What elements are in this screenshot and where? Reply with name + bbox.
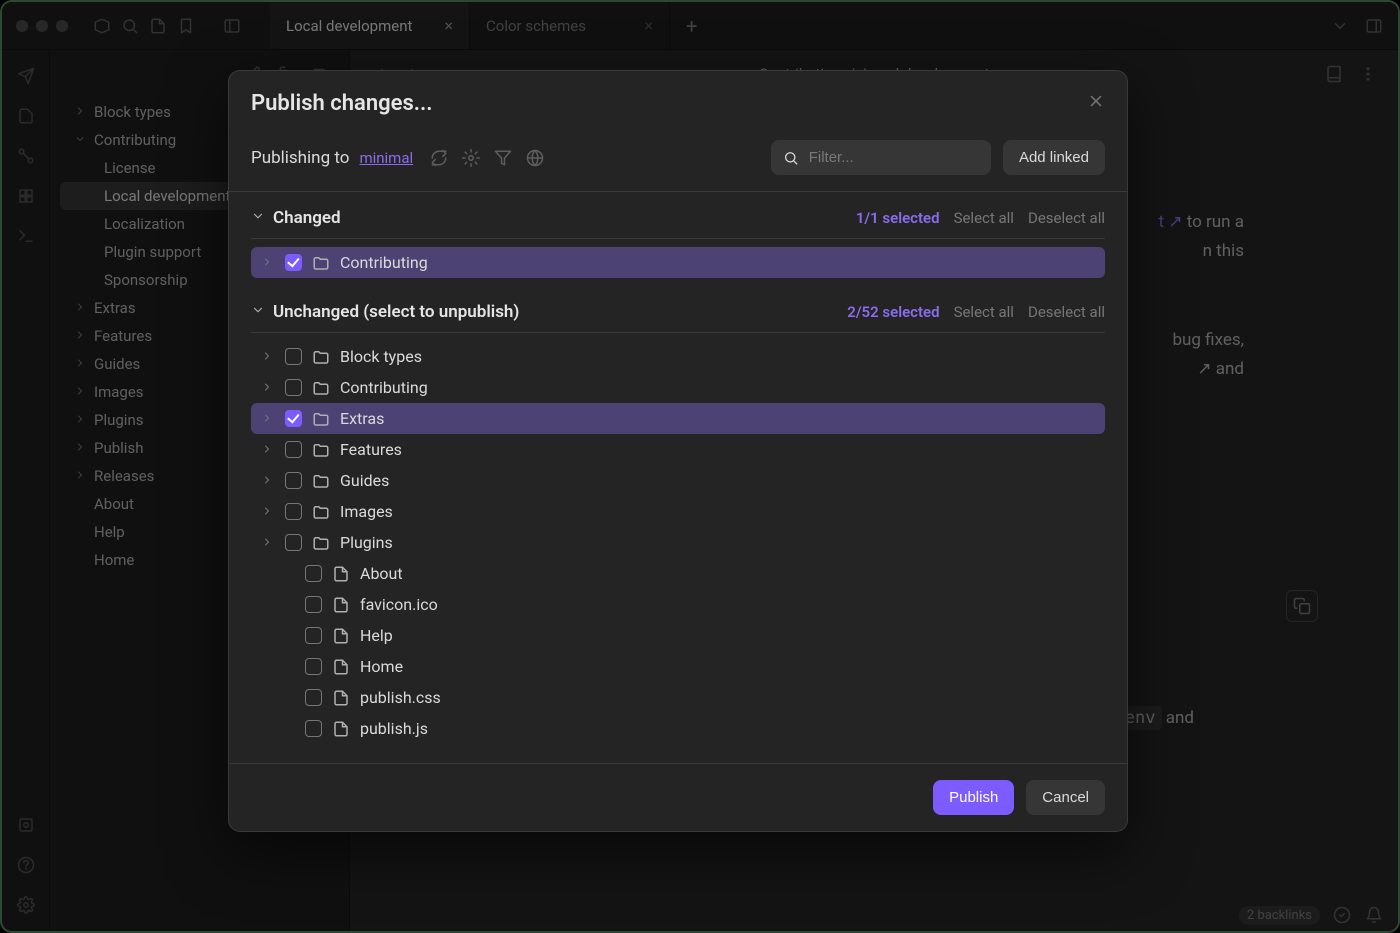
checkbox[interactable]: [285, 348, 302, 365]
file-row[interactable]: Help: [251, 620, 1105, 651]
checkbox[interactable]: [285, 379, 302, 396]
deselect-all-link[interactable]: Deselect all: [1028, 209, 1105, 227]
folder-icon: [312, 410, 330, 428]
file-row[interactable]: Contributing: [251, 372, 1105, 403]
cancel-button[interactable]: Cancel: [1026, 780, 1105, 815]
file-icon: [332, 658, 350, 676]
publish-target-link[interactable]: minimal: [359, 149, 413, 167]
publishing-to-label: Publishing to: [251, 148, 349, 168]
chevron-down-icon: [251, 209, 265, 227]
publish-changes-modal: Publish changes... Publishing to minimal…: [228, 70, 1128, 832]
modal-title: Publish changes...: [251, 91, 433, 116]
file-row[interactable]: Plugins: [251, 527, 1105, 558]
file-row[interactable]: Guides: [251, 465, 1105, 496]
unchanged-file-list: Block types Contributing Extras Features Gui…: [251, 333, 1105, 752]
file-row[interactable]: Home: [251, 651, 1105, 682]
app-window: Local development × Color schemes × +: [0, 0, 1400, 933]
file-row-label: Contributing: [340, 253, 428, 272]
chevron-right-icon: [261, 253, 275, 272]
file-icon: [332, 720, 350, 738]
checkbox[interactable]: [305, 689, 322, 706]
file-row[interactable]: publish.js: [251, 713, 1105, 744]
checkbox[interactable]: [285, 503, 302, 520]
filter-input[interactable]: [807, 148, 979, 167]
file-row-label: Block types: [340, 347, 422, 366]
section-unchanged-header[interactable]: Unchanged (select to unpublish) 2/52 sel…: [251, 286, 1105, 333]
file-icon: [332, 596, 350, 614]
file-row-label: publish.js: [360, 719, 428, 738]
checkbox[interactable]: [285, 410, 302, 427]
checkbox[interactable]: [285, 534, 302, 551]
close-icon[interactable]: [1087, 92, 1105, 115]
globe-icon[interactable]: [525, 148, 545, 168]
chevron-right-icon: [261, 440, 275, 459]
chevron-right-icon: [261, 347, 275, 366]
file-row[interactable]: Extras: [251, 403, 1105, 434]
chevron-right-icon: [261, 471, 275, 490]
changed-file-list: Contributing: [251, 239, 1105, 286]
chevron-right-icon: [261, 409, 275, 428]
file-icon: [332, 565, 350, 583]
folder-icon: [312, 441, 330, 459]
folder-icon: [312, 254, 330, 272]
deselect-all-link[interactable]: Deselect all: [1028, 303, 1105, 321]
file-icon: [332, 689, 350, 707]
gear-icon[interactable]: [461, 148, 481, 168]
file-row[interactable]: About: [251, 558, 1105, 589]
publish-button[interactable]: Publish: [933, 780, 1014, 815]
file-row-label: Features: [340, 440, 402, 459]
checkbox[interactable]: [305, 720, 322, 737]
selection-count: 1/1 selected: [856, 209, 940, 227]
filter-icon[interactable]: [493, 148, 513, 168]
file-row[interactable]: Contributing: [251, 247, 1105, 278]
checkbox[interactable]: [305, 565, 322, 582]
add-linked-button[interactable]: Add linked: [1003, 140, 1105, 175]
file-row[interactable]: Features: [251, 434, 1105, 465]
chevron-right-icon: [261, 502, 275, 521]
file-icon: [332, 627, 350, 645]
checkbox[interactable]: [305, 658, 322, 675]
checkbox[interactable]: [285, 254, 302, 271]
file-row[interactable]: favicon.ico: [251, 589, 1105, 620]
checkbox[interactable]: [285, 441, 302, 458]
file-row-label: Plugins: [340, 533, 393, 552]
section-title: Changed: [273, 208, 341, 228]
checkbox[interactable]: [285, 472, 302, 489]
file-row-label: Images: [340, 502, 393, 521]
chevron-right-icon: [261, 533, 275, 552]
file-row-label: About: [360, 564, 403, 583]
chevron-down-icon: [251, 303, 265, 321]
folder-icon: [312, 503, 330, 521]
file-row-label: Guides: [340, 471, 389, 490]
file-row-label: publish.css: [360, 688, 441, 707]
chevron-right-icon: [261, 378, 275, 397]
file-row-label: Extras: [340, 409, 384, 428]
folder-icon: [312, 379, 330, 397]
file-row-label: Contributing: [340, 378, 428, 397]
search-icon: [783, 149, 799, 167]
folder-icon: [312, 534, 330, 552]
folder-icon: [312, 348, 330, 366]
refresh-icon[interactable]: [429, 148, 449, 168]
select-all-link[interactable]: Select all: [954, 209, 1014, 227]
file-row[interactable]: publish.css: [251, 682, 1105, 713]
file-row-label: Home: [360, 657, 403, 676]
select-all-link[interactable]: Select all: [954, 303, 1014, 321]
file-row-label: favicon.ico: [360, 595, 438, 614]
section-title: Unchanged (select to unpublish): [273, 302, 519, 322]
section-changed-header[interactable]: Changed 1/1 selected Select all Deselect…: [251, 192, 1105, 239]
filter-input-wrapper[interactable]: [771, 140, 991, 175]
file-row[interactable]: Block types: [251, 341, 1105, 372]
selection-count: 2/52 selected: [847, 303, 939, 321]
checkbox[interactable]: [305, 596, 322, 613]
file-row-label: Help: [360, 626, 393, 645]
folder-icon: [312, 472, 330, 490]
checkbox[interactable]: [305, 627, 322, 644]
file-row[interactable]: Images: [251, 496, 1105, 527]
